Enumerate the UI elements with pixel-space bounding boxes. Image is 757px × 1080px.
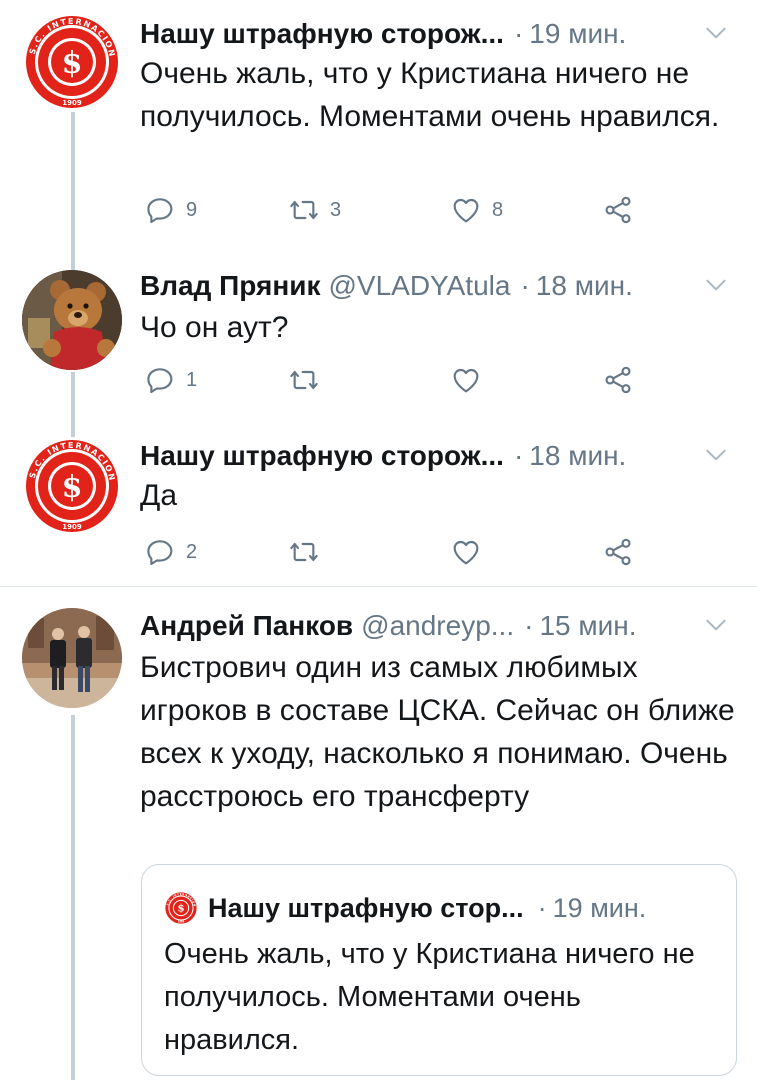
tweet-divider [0,586,757,587]
share-icon [602,536,634,568]
like-button[interactable] [450,534,482,570]
tweet-text: Чо он аут? [140,311,289,344]
like-icon [450,364,482,396]
retweet-button[interactable]: 3 [288,192,341,228]
avatar[interactable] [22,270,122,370]
retweet-count: 3 [330,198,342,221]
club-logo [22,436,122,536]
teddy-bear-photo [22,270,122,370]
separator-dot: · [513,18,524,49]
author-handle[interactable]: @andreyp... [361,610,514,642]
share-button[interactable] [602,192,634,228]
club-logo [164,891,198,925]
tweet[interactable]: Андрей Панков @andreyp... · 15 мин. Бист… [0,600,757,1080]
author-name[interactable]: Нашу штрафную сторож... [140,440,504,472]
quoted-tweet[interactable]: Нашу штрафную стор... · 19 мин. Очень жа… [141,864,737,1076]
author-handle[interactable]: @VLADYAtula [328,270,510,302]
tweet-text: Да [140,479,178,512]
retweet-button[interactable] [288,362,320,398]
share-icon [602,194,634,226]
reply-button[interactable]: 2 [144,534,197,570]
quoted-avatar [164,891,198,925]
tweet-text: Очень жаль, что у Кристиана ничего не по… [140,57,720,133]
like-button[interactable]: 8 [450,192,503,228]
quoted-timestamp: 19 мин. [552,892,647,923]
like-button[interactable] [450,362,482,398]
like-icon [450,194,482,226]
avatar[interactable] [22,12,122,112]
like-icon [450,536,482,568]
separator-dot: · [524,610,534,641]
separator-dot: · [513,440,524,471]
author-name[interactable]: Андрей Панков [140,610,353,642]
reply-count: 2 [186,540,198,563]
retweet-icon [288,536,320,568]
reply-icon [144,194,176,226]
club-logo [22,12,122,112]
reply-count: 1 [186,368,198,391]
retweet-icon [288,194,320,226]
caret-down-icon[interactable] [703,272,729,298]
caret-down-icon[interactable] [703,442,729,468]
quoted-author-name: Нашу штрафную стор... [208,892,524,923]
action-bar: 2 [140,534,660,570]
quoted-tweet-text: Очень жаль, что у Кристиана ничего не по… [164,938,695,1056]
separator-dot: · [537,892,547,923]
retweet-icon [288,364,320,396]
avatar[interactable] [22,608,122,708]
profile-photo [22,608,122,708]
reply-icon [144,364,176,396]
reply-button[interactable]: 1 [144,362,197,398]
separator-dot: · [520,270,530,301]
caret-down-icon[interactable] [703,612,729,638]
timestamp[interactable]: 18 мин. [529,440,626,472]
action-bar: 1 [140,362,660,398]
retweet-button[interactable] [288,534,320,570]
action-bar: 9 3 8 [140,192,660,228]
like-count: 8 [492,198,504,221]
share-icon [602,364,634,396]
reply-icon [144,536,176,568]
timestamp[interactable]: 19 мин. [529,18,626,50]
tweet[interactable]: Влад Пряник @VLADYAtula · 18 мин. Чо он … [0,262,757,412]
timestamp[interactable]: 15 мин. [539,610,636,642]
share-button[interactable] [602,534,634,570]
caret-down-icon[interactable] [703,20,729,46]
author-name[interactable]: Влад Пряник [140,270,320,302]
reply-button[interactable]: 9 [144,192,197,228]
tweet[interactable]: Нашу штрафную сторож... · 18 мин. Да 2 [0,432,757,582]
reply-count: 9 [186,198,198,221]
share-button[interactable] [602,362,634,398]
author-name[interactable]: Нашу штрафную сторож... [140,18,504,50]
avatar[interactable] [22,436,122,536]
tweet[interactable]: Нашу штрафную сторож... · 19 мин. Очень … [0,0,757,250]
timestamp[interactable]: 18 мин. [536,270,633,302]
tweet-text: Бистрович один из самых любимых игроков … [140,651,735,813]
